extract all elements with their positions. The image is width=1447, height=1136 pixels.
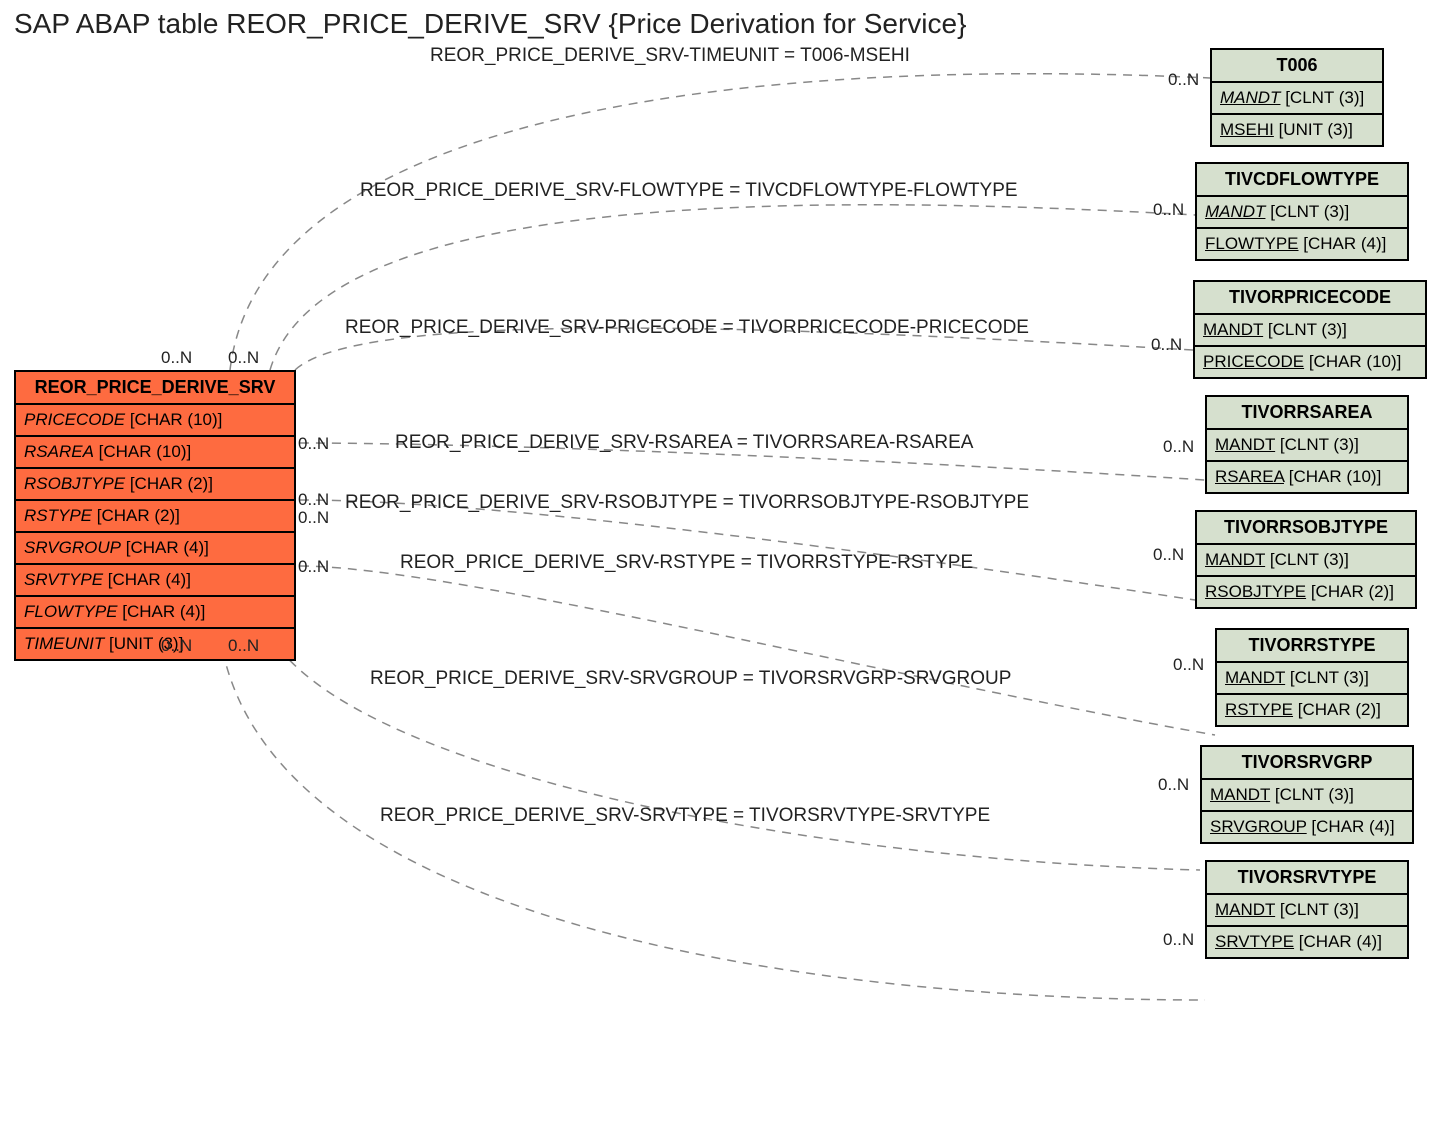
- field-row: MANDT [CLNT (3)]: [1207, 895, 1407, 927]
- entity-main-header: REOR_PRICE_DERIVE_SRV: [16, 372, 294, 405]
- cardinality: 0..N: [298, 490, 329, 510]
- field-row: RSOBJTYPE [CHAR (2)]: [1197, 577, 1415, 607]
- field-row: FLOWTYPE [CHAR (4)]: [1197, 229, 1407, 259]
- cardinality: 0..N: [228, 348, 259, 368]
- field-row: MSEHI [UNIT (3)]: [1212, 115, 1382, 145]
- cardinality: 0..N: [1153, 200, 1184, 220]
- field-row: RSAREA [CHAR (10)]: [16, 437, 294, 469]
- field-row: RSAREA [CHAR (10)]: [1207, 462, 1407, 492]
- cardinality: 0..N: [1173, 655, 1204, 675]
- entity-header: TIVORRSOBJTYPE: [1197, 512, 1415, 545]
- entity-main: REOR_PRICE_DERIVE_SRV PRICECODE [CHAR (1…: [14, 370, 296, 661]
- field-row: MANDT [CLNT (3)]: [1197, 197, 1407, 229]
- field-row: MANDT [CLNT (3)]: [1202, 780, 1412, 812]
- page-title: SAP ABAP table REOR_PRICE_DERIVE_SRV {Pr…: [14, 8, 966, 40]
- cardinality: 0..N: [1168, 70, 1199, 90]
- field-row: RSTYPE [CHAR (2)]: [16, 501, 294, 533]
- field-row: RSOBJTYPE [CHAR (2)]: [16, 469, 294, 501]
- field-row: FLOWTYPE [CHAR (4)]: [16, 597, 294, 629]
- field-row: RSTYPE [CHAR (2)]: [1217, 695, 1407, 725]
- relation-label: REOR_PRICE_DERIVE_SRV-RSAREA = TIVORRSAR…: [395, 432, 973, 454]
- entity-header: TIVORRSTYPE: [1217, 630, 1407, 663]
- entity-tivorsrvtype: TIVORSRVTYPE MANDT [CLNT (3)] SRVTYPE [C…: [1205, 860, 1409, 959]
- entity-tivorrsobjtype: TIVORRSOBJTYPE MANDT [CLNT (3)] RSOBJTYP…: [1195, 510, 1417, 609]
- cardinality: 0..N: [1163, 437, 1194, 457]
- relation-label: REOR_PRICE_DERIVE_SRV-SRVTYPE = TIVORSRV…: [380, 805, 990, 827]
- relation-label: REOR_PRICE_DERIVE_SRV-RSTYPE = TIVORRSTY…: [400, 552, 973, 574]
- cardinality: 0..N: [298, 434, 329, 454]
- relation-label: REOR_PRICE_DERIVE_SRV-PRICECODE = TIVORP…: [345, 317, 1029, 339]
- entity-tivorsrvgrp: TIVORSRVGRP MANDT [CLNT (3)] SRVGROUP [C…: [1200, 745, 1414, 844]
- entity-t006: T006 MANDT [CLNT (3)] MSEHI [UNIT (3)]: [1210, 48, 1384, 147]
- field-row: SRVGROUP [CHAR (4)]: [1202, 812, 1412, 842]
- relation-label: REOR_PRICE_DERIVE_SRV-FLOWTYPE = TIVCDFL…: [360, 180, 1018, 202]
- field-row: SRVTYPE [CHAR (4)]: [16, 565, 294, 597]
- entity-tivorpricecode: TIVORPRICECODE MANDT [CLNT (3)] PRICECOD…: [1193, 280, 1427, 379]
- field-row: MANDT [CLNT (3)]: [1195, 315, 1425, 347]
- field-row: MANDT [CLNT (3)]: [1197, 545, 1415, 577]
- entity-tivorrsarea: TIVORRSAREA MANDT [CLNT (3)] RSAREA [CHA…: [1205, 395, 1409, 494]
- cardinality: 0..N: [298, 508, 329, 528]
- cardinality: 0..N: [161, 636, 192, 656]
- entity-header: TIVCDFLOWTYPE: [1197, 164, 1407, 197]
- field-row: PRICECODE [CHAR (10)]: [1195, 347, 1425, 377]
- cardinality: 0..N: [1163, 930, 1194, 950]
- cardinality: 0..N: [1151, 335, 1182, 355]
- relation-label: REOR_PRICE_DERIVE_SRV-RSOBJTYPE = TIVORR…: [345, 492, 1029, 514]
- field-row: MANDT [CLNT (3)]: [1207, 430, 1407, 462]
- field-row: MANDT [CLNT (3)]: [1217, 663, 1407, 695]
- relation-label: REOR_PRICE_DERIVE_SRV-SRVGROUP = TIVORSR…: [370, 668, 1011, 690]
- entity-header: TIVORSRVGRP: [1202, 747, 1412, 780]
- field-row: MANDT [CLNT (3)]: [1212, 83, 1382, 115]
- cardinality: 0..N: [228, 636, 259, 656]
- field-row: SRVTYPE [CHAR (4)]: [1207, 927, 1407, 957]
- cardinality: 0..N: [298, 557, 329, 577]
- cardinality: 0..N: [1158, 775, 1189, 795]
- relation-label: REOR_PRICE_DERIVE_SRV-TIMEUNIT = T006-MS…: [430, 45, 910, 67]
- entity-header: TIVORSRVTYPE: [1207, 862, 1407, 895]
- entity-header: T006: [1212, 50, 1382, 83]
- entity-header: TIVORPRICECODE: [1195, 282, 1425, 315]
- field-row: SRVGROUP [CHAR (4)]: [16, 533, 294, 565]
- field-row: PRICECODE [CHAR (10)]: [16, 405, 294, 437]
- cardinality: 0..N: [161, 348, 192, 368]
- cardinality: 0..N: [1153, 545, 1184, 565]
- entity-header: TIVORRSAREA: [1207, 397, 1407, 430]
- entity-tivcdflowtype: TIVCDFLOWTYPE MANDT [CLNT (3)] FLOWTYPE …: [1195, 162, 1409, 261]
- entity-tivorrstype: TIVORRSTYPE MANDT [CLNT (3)] RSTYPE [CHA…: [1215, 628, 1409, 727]
